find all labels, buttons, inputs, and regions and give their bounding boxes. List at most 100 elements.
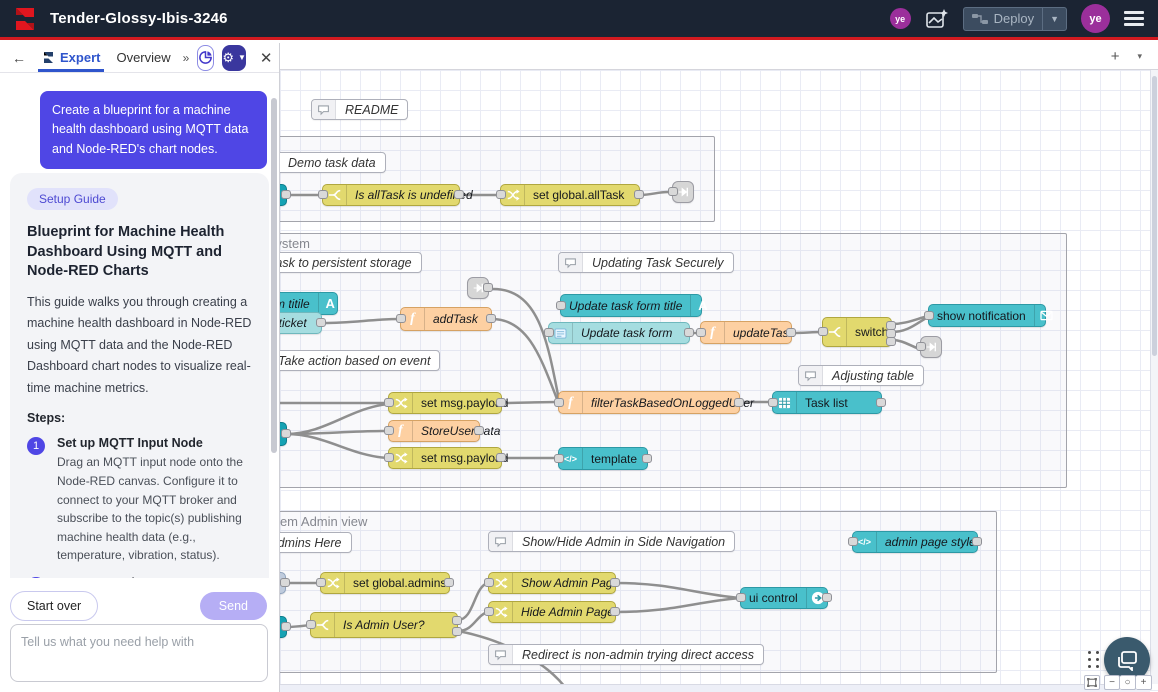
port[interactable] (848, 537, 858, 546)
node-function[interactable]: f filterTaskBasedOnLoggedUser (558, 391, 740, 414)
port[interactable] (642, 454, 652, 463)
send-button[interactable]: Send (200, 592, 267, 620)
chat-scroll-area[interactable]: Create a blueprint for a machine health … (0, 73, 279, 578)
link-out-node[interactable] (672, 181, 694, 203)
port[interactable] (818, 327, 828, 336)
port[interactable] (280, 578, 290, 587)
clipped-node-stub[interactable] (280, 184, 287, 206)
node-ui-notification[interactable]: show notification (928, 304, 1046, 327)
port[interactable] (452, 616, 462, 625)
avatar-user[interactable]: ye (1081, 4, 1110, 33)
port[interactable] (486, 314, 496, 323)
comment-node[interactable]: Add Admins Here (280, 532, 352, 553)
port[interactable] (496, 453, 506, 462)
port[interactable] (454, 190, 464, 199)
node-ui-table[interactable]: Task list (772, 391, 882, 414)
vertical-scrollbar[interactable] (1150, 70, 1158, 684)
node-switch[interactable]: Is allTask is undefined (322, 184, 460, 206)
comment-node[interactable]: Adjusting table (798, 365, 924, 386)
port[interactable] (483, 283, 493, 292)
port[interactable] (972, 537, 982, 546)
port[interactable] (822, 593, 832, 602)
zoom-out-button[interactable]: − (1104, 675, 1120, 690)
node-function[interactable]: f updateTask (700, 321, 792, 344)
port[interactable] (396, 314, 406, 323)
flow-list-button[interactable]: ▾ (1129, 51, 1150, 62)
node-ui-text[interactable]: Update task form title A (560, 294, 702, 317)
port[interactable] (318, 190, 328, 199)
node-change[interactable]: Hide Admin Page (488, 601, 616, 623)
comment-node[interactable]: Updating Task Securely (558, 252, 734, 273)
comment-node[interactable]: Save task to persistent storage (280, 252, 422, 273)
port[interactable] (916, 342, 926, 351)
port[interactable] (736, 593, 746, 602)
port[interactable] (786, 328, 796, 337)
port[interactable] (668, 187, 678, 196)
port[interactable] (444, 578, 454, 587)
main-menu-icon[interactable] (1124, 11, 1144, 26)
node-change[interactable]: set global.allTask (500, 184, 640, 206)
panel-scrollbar-thumb[interactable] (271, 98, 277, 453)
fit-view-button[interactable] (1084, 675, 1100, 690)
port[interactable] (496, 190, 506, 199)
port[interactable] (484, 607, 494, 616)
link-out-node[interactable] (467, 277, 489, 299)
vertical-scrollbar-thumb[interactable] (1152, 76, 1157, 356)
node-ui-template[interactable]: </> admin page style (852, 531, 978, 553)
port[interactable] (544, 328, 554, 337)
port[interactable] (474, 426, 484, 435)
close-icon[interactable]: ✕ (256, 49, 277, 67)
deploy-dropdown-caret[interactable]: ▼ (1042, 8, 1066, 30)
comment-node[interactable]: Take action based on event (280, 350, 440, 371)
port[interactable] (306, 620, 316, 629)
drag-handle-dots[interactable] (1088, 651, 1100, 668)
port[interactable] (554, 454, 564, 463)
comment-node[interactable]: Redirect is non-admin trying direct acce… (488, 644, 764, 665)
tab-overview[interactable]: Overview (112, 43, 174, 72)
port[interactable] (556, 301, 566, 310)
node-change[interactable]: set msg.payload (388, 392, 502, 414)
node-change[interactable]: set global.admins (320, 572, 450, 594)
port[interactable] (452, 627, 462, 636)
avatar-small[interactable]: ye (890, 8, 911, 29)
port[interactable] (768, 398, 778, 407)
port[interactable] (281, 429, 291, 438)
node-function[interactable]: f addTask (400, 307, 492, 331)
tab-expert[interactable]: Expert (38, 43, 104, 72)
port[interactable] (734, 398, 744, 407)
port[interactable] (384, 426, 394, 435)
node-change[interactable]: Show Admin Page (488, 572, 616, 594)
comment-node[interactable]: Show/Hide Admin in Side Navigation (488, 531, 735, 552)
node-ui-template[interactable]: </> template (558, 447, 648, 470)
start-over-button[interactable]: Start over (10, 591, 98, 621)
port[interactable] (316, 578, 326, 587)
port[interactable] (554, 398, 564, 407)
zoom-in-button[interactable]: + (1136, 675, 1152, 690)
port[interactable] (876, 398, 886, 407)
port[interactable] (684, 328, 694, 337)
comment-node[interactable]: Demo task data (280, 152, 386, 173)
link-out-node[interactable] (920, 336, 942, 358)
help-input[interactable] (10, 624, 268, 682)
node-ui-form[interactable]: Update task form (548, 322, 690, 344)
insights-button[interactable] (197, 45, 214, 71)
port[interactable] (384, 398, 394, 407)
port[interactable] (384, 453, 394, 462)
node-switch[interactable]: Is Admin User? (310, 612, 458, 638)
add-flow-button[interactable]: + (1103, 48, 1128, 65)
settings-button[interactable]: ⚙ ▼ (222, 45, 246, 71)
port[interactable] (886, 337, 896, 346)
horizontal-scrollbar[interactable] (280, 684, 1150, 692)
more-tabs-icon[interactable]: » (183, 51, 190, 65)
port[interactable] (924, 311, 934, 320)
port[interactable] (484, 578, 494, 587)
port[interactable] (496, 398, 506, 407)
comment-node[interactable]: README (311, 99, 408, 120)
port[interactable] (634, 190, 644, 199)
port[interactable] (610, 578, 620, 587)
port[interactable] (281, 622, 291, 631)
port[interactable] (316, 318, 326, 327)
node-switch[interactable]: switch (822, 317, 892, 347)
port[interactable] (281, 190, 291, 199)
flowfuse-logo-icon[interactable] (12, 6, 38, 32)
